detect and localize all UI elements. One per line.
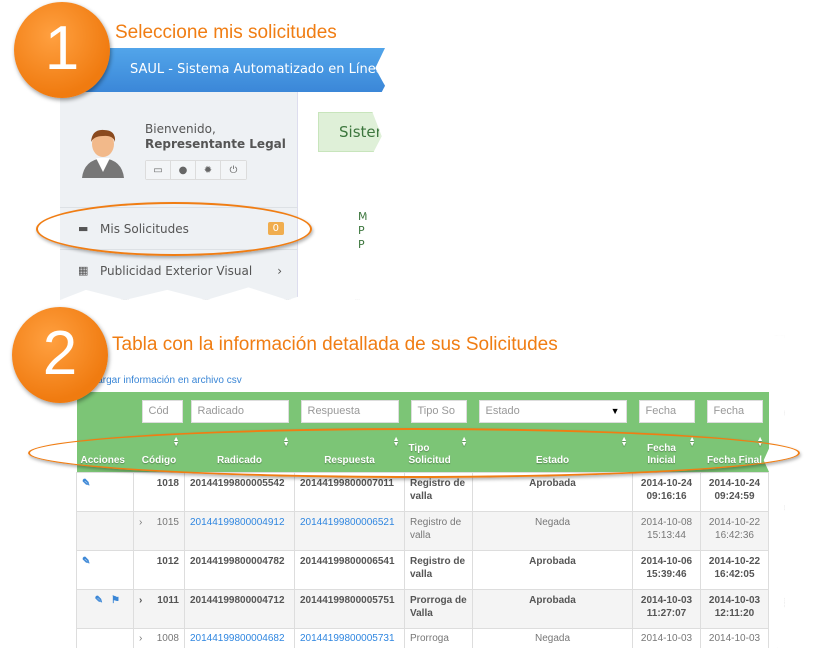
- chevron-right-icon: ›: [277, 263, 282, 278]
- user-icon[interactable]: ●: [171, 161, 196, 179]
- respuesta-link[interactable]: 20144199800006541: [294, 549, 405, 590]
- fecha-final-filter[interactable]: Fecha: [706, 400, 763, 423]
- estado-cell: Aprobada: [472, 549, 633, 590]
- welcome-text: Bienvenido, Representante Legal: [145, 122, 286, 152]
- user-name: Representante Legal: [145, 137, 286, 151]
- radicado-filter[interactable]: Radicado: [190, 400, 289, 423]
- estado-cell: Aprobada: [472, 588, 633, 629]
- fecha-inicial-cell: 2014-10-03: [632, 627, 701, 648]
- menu-label: Publicidad Exterior Visual: [100, 263, 253, 278]
- respuesta-link[interactable]: 20144199800005731: [294, 627, 405, 648]
- fecha-final-cell: 2014-10-24 09:24:59: [700, 471, 769, 512]
- dropdown-arrow-icon: ▼: [610, 406, 620, 416]
- welcome-card: Sistem: [318, 112, 385, 152]
- step-1-badge: 1: [14, 2, 110, 98]
- radicado-link[interactable]: 20144199800004782: [184, 549, 295, 590]
- codigo: 1011: [157, 594, 179, 606]
- tipo-filter[interactable]: Tipo So: [410, 400, 467, 423]
- actions-cell: [76, 510, 134, 551]
- tipo-cell: Registro de valla: [404, 510, 473, 551]
- step-2-text: Tabla con la información detallada de su…: [112, 334, 558, 355]
- table-row[interactable]: › 1015 20144199800004912 2014419980000652…: [76, 510, 769, 551]
- codigo-cell: › 1008: [133, 627, 185, 648]
- app-screenshot-top: SAUL - Sistema Automatizado en Línea de …: [60, 48, 385, 300]
- gear-icon[interactable]: ✹: [196, 161, 221, 179]
- radicado-link[interactable]: 20144199800004682: [184, 627, 295, 648]
- radicado-link[interactable]: 20144199800004912: [184, 510, 295, 551]
- codigo-cell: › 1015: [133, 510, 185, 551]
- inbox-icon[interactable]: ▭: [146, 161, 171, 179]
- actions-cell: ✎: [76, 549, 134, 590]
- expand-icon[interactable]: ›: [139, 516, 142, 529]
- edit-icon[interactable]: ✎: [82, 556, 90, 567]
- user-buttons: ▭ ● ✹ ⏻: [145, 160, 247, 180]
- actions-cell: [76, 627, 134, 648]
- estado-cell: Negada: [472, 627, 633, 648]
- partial-text: M: [358, 210, 368, 223]
- table-row[interactable]: ✎ 1012 20144199800004782 201441998000065…: [76, 549, 769, 590]
- estado-cell: Negada: [472, 510, 633, 551]
- radicado-link[interactable]: 20144199800004712: [184, 588, 295, 629]
- highlight-ellipse: [28, 428, 800, 478]
- table-row[interactable]: › 1008 20144199800004682 2014419980000573…: [76, 627, 769, 648]
- grid-icon: ▦: [78, 264, 89, 277]
- expand-icon[interactable]: ›: [139, 632, 142, 645]
- filter-row: Cód Radicado Respuesta Tipo So Estado ▼ F…: [76, 392, 769, 433]
- codigo-cell: 1012: [133, 549, 185, 590]
- fecha-final-cell: 2014-10-03: [700, 627, 769, 648]
- step-1-text: Seleccione mis solicitudes: [115, 22, 337, 43]
- edit-icon[interactable]: ✎: [82, 478, 90, 489]
- app-screenshot-table: Cargar información en archivo csv Cód Ra…: [75, 335, 785, 648]
- main-content: Sistem M P P: [298, 92, 385, 300]
- respuesta-link[interactable]: 20144199800005751: [294, 588, 405, 629]
- fecha-inicial-filter[interactable]: Fecha: [638, 400, 695, 423]
- avatar-icon: [82, 129, 124, 178]
- fecha-inicial-cell: 2014-10-03 11:27:07: [632, 588, 701, 629]
- codigo-filter[interactable]: Cód: [141, 400, 183, 423]
- tipo-cell: Prorroga de Valla: [404, 588, 473, 629]
- fecha-final-cell: 2014-10-03 12:11:20: [700, 588, 769, 629]
- codigo-cell: 1018: [133, 471, 185, 512]
- codigo-cell: › 1011: [133, 588, 185, 629]
- fecha-final-cell: 2014-10-22 16:42:36: [700, 510, 769, 551]
- fecha-final-cell: 2014-10-22 16:42:05: [700, 549, 769, 590]
- fecha-inicial-cell: 2014-10-24 09:16:16: [632, 471, 701, 512]
- codigo: 1015: [156, 516, 179, 528]
- partial-text: P: [358, 224, 365, 237]
- step-2-badge: 2: [12, 307, 108, 403]
- greeting: Bienvenido,: [145, 122, 216, 136]
- csv-download-link[interactable]: Cargar información en archivo csv: [90, 375, 242, 386]
- sidebar: Bienvenido, Representante Legal ▭ ● ✹ ⏻ ▬ Mis…: [60, 92, 298, 300]
- power-icon[interactable]: ⏻: [221, 161, 246, 179]
- flag-icon[interactable]: ⚑: [111, 595, 120, 606]
- highlight-ellipse: [36, 202, 312, 256]
- estado-cell: Aprobada: [472, 471, 633, 512]
- codigo: 1008: [156, 632, 179, 644]
- fecha-inicial-cell: 2014-10-06 15:39:46: [632, 549, 701, 590]
- radicado-link[interactable]: 20144199800005542: [184, 471, 295, 512]
- tipo-cell: Registro de valla: [404, 549, 473, 590]
- actions-cell: ✎: [76, 471, 134, 512]
- estado-select[interactable]: Estado ▼: [478, 400, 627, 423]
- table-row[interactable]: ✎ ⚑ › 1011 20144199800004712 2014419980000…: [76, 588, 769, 629]
- edit-icon[interactable]: ✎: [95, 595, 103, 606]
- estado-select-value: Estado: [485, 405, 520, 417]
- fecha-inicial-cell: 2014-10-08 15:13:44: [632, 510, 701, 551]
- actions-cell: ✎ ⚑: [76, 588, 134, 629]
- partial-text: P: [358, 238, 365, 251]
- respuesta-link[interactable]: 20144199800006521: [294, 510, 405, 551]
- codigo: 1018: [156, 477, 179, 489]
- expand-icon[interactable]: ›: [139, 594, 142, 607]
- codigo: 1012: [156, 555, 179, 567]
- respuesta-filter[interactable]: Respuesta: [300, 400, 399, 423]
- tipo-cell: Prorroga: [404, 627, 473, 648]
